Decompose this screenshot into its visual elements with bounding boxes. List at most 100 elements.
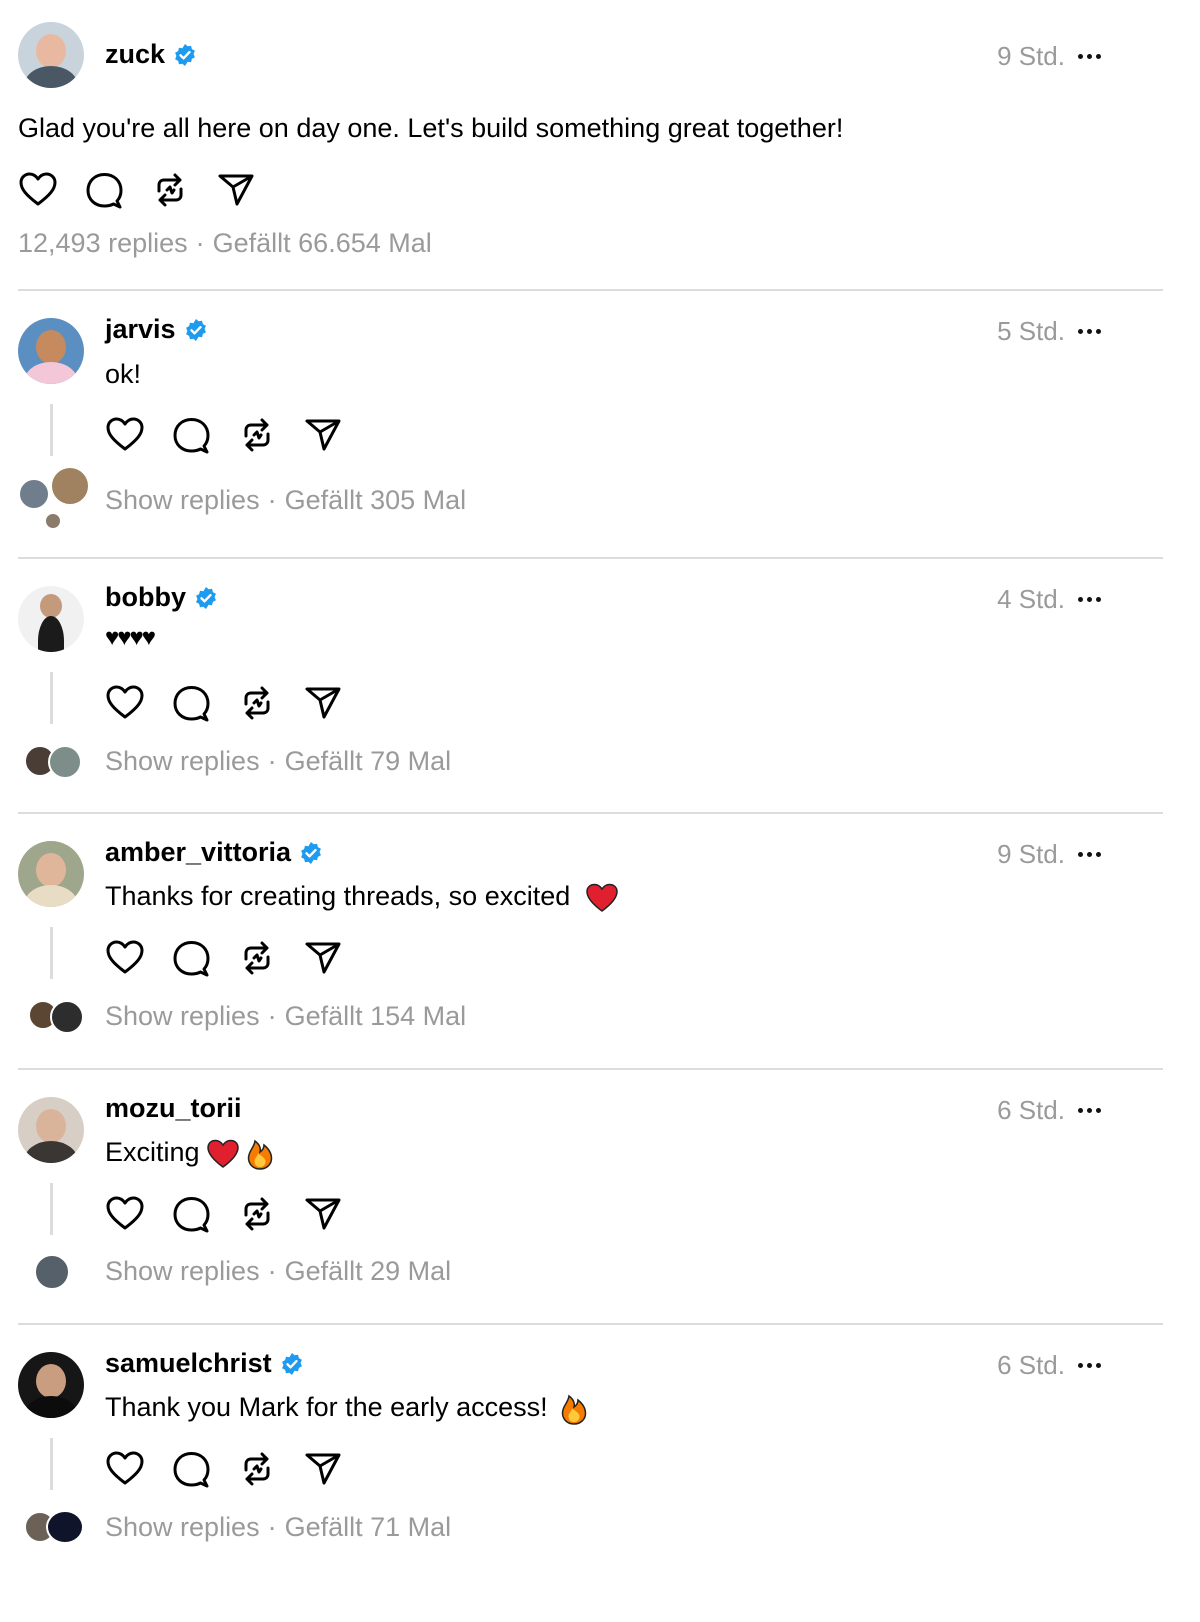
replies-link[interactable]: 12,493 replies bbox=[18, 228, 188, 258]
post-time: 6 Std. bbox=[997, 1095, 1065, 1125]
send-icon[interactable] bbox=[303, 415, 343, 455]
username[interactable]: amber_vittoria bbox=[105, 837, 323, 868]
more-icon[interactable] bbox=[1078, 326, 1110, 336]
divider bbox=[18, 1323, 1163, 1325]
username[interactable]: zuck bbox=[105, 39, 197, 70]
username-text[interactable]: mozu_torii bbox=[105, 1093, 242, 1124]
username-text[interactable]: zuck bbox=[105, 39, 165, 70]
action-bar bbox=[105, 1194, 343, 1234]
send-icon[interactable] bbox=[303, 1449, 343, 1489]
comment-icon[interactable] bbox=[171, 1449, 211, 1489]
comment-icon[interactable] bbox=[171, 415, 211, 455]
post-time: 5 Std. bbox=[997, 316, 1065, 346]
repost-icon[interactable] bbox=[237, 938, 277, 978]
heart-icon[interactable] bbox=[105, 938, 145, 978]
repost-icon[interactable] bbox=[237, 683, 277, 723]
heart-icon[interactable] bbox=[18, 170, 58, 210]
username-text[interactable]: samuelchrist bbox=[105, 1348, 272, 1379]
thread-line bbox=[50, 927, 53, 979]
likes-count[interactable]: Gefällt 66.654 Mal bbox=[213, 228, 432, 258]
heart-icon[interactable] bbox=[105, 1194, 145, 1234]
likes-count[interactable]: Gefällt 305 Mal bbox=[285, 485, 467, 515]
reply-avatar bbox=[18, 478, 50, 510]
username-text[interactable]: jarvis bbox=[105, 314, 176, 345]
divider bbox=[18, 812, 1163, 814]
likes-count[interactable]: Gefällt 79 Mal bbox=[285, 746, 452, 776]
username[interactable]: jarvis bbox=[105, 314, 208, 345]
avatar[interactable] bbox=[18, 841, 84, 907]
post-text: ok! bbox=[105, 359, 142, 389]
show-replies-link[interactable]: Show replies bbox=[105, 1512, 260, 1542]
show-replies-link[interactable]: Show replies bbox=[105, 1256, 260, 1286]
show-replies-link[interactable]: Show replies bbox=[105, 485, 260, 515]
post-text-row: Thanks for creating threads, so excited bbox=[105, 881, 618, 913]
comment-icon[interactable] bbox=[171, 1194, 211, 1234]
post-text: Thank you Mark for the early access! bbox=[105, 1392, 548, 1422]
show-replies-link[interactable]: Show replies bbox=[105, 746, 260, 776]
username[interactable]: bobby bbox=[105, 582, 218, 613]
more-icon[interactable] bbox=[1078, 51, 1110, 61]
repost-icon[interactable] bbox=[237, 1194, 277, 1234]
heart-icon[interactable] bbox=[105, 415, 145, 455]
avatar[interactable] bbox=[18, 22, 84, 88]
red-heart-emoji-icon bbox=[586, 883, 618, 912]
username-text[interactable]: amber_vittoria bbox=[105, 837, 291, 868]
post-time: 9 Std. bbox=[997, 839, 1065, 869]
comment-icon[interactable] bbox=[171, 938, 211, 978]
post-stats: Show replies · Gefällt 71 Mal bbox=[105, 1512, 452, 1542]
thread-line bbox=[50, 672, 53, 724]
more-icon[interactable] bbox=[1078, 1360, 1110, 1370]
repost-icon[interactable] bbox=[150, 170, 190, 210]
comment-icon[interactable] bbox=[84, 170, 124, 210]
action-bar bbox=[105, 415, 343, 455]
thread-line bbox=[50, 1438, 53, 1490]
verified-badge-icon bbox=[175, 43, 195, 66]
heart-icon[interactable] bbox=[105, 683, 145, 723]
comment-icon[interactable] bbox=[171, 683, 211, 723]
reply-avatar bbox=[50, 1000, 84, 1034]
fire-emoji-icon bbox=[247, 1139, 272, 1170]
post-text: ♥♥♥♥ bbox=[105, 624, 156, 651]
heart-icon[interactable] bbox=[105, 1449, 145, 1489]
post-time: 4 Std. bbox=[997, 584, 1065, 614]
avatar[interactable] bbox=[18, 586, 84, 652]
post-stats: Show replies · Gefällt 154 Mal bbox=[105, 1001, 467, 1031]
action-bar bbox=[105, 1449, 343, 1489]
username[interactable]: mozu_torii bbox=[105, 1093, 242, 1124]
post-text: Thanks for creating threads, so excited bbox=[105, 881, 571, 911]
send-icon[interactable] bbox=[303, 683, 343, 723]
avatar[interactable] bbox=[18, 318, 84, 384]
reply-avatar bbox=[44, 512, 62, 530]
reply-avatar bbox=[46, 1510, 84, 1544]
divider bbox=[18, 557, 1163, 559]
send-icon[interactable] bbox=[303, 938, 343, 978]
more-icon[interactable] bbox=[1078, 594, 1110, 604]
fire-emoji-icon bbox=[561, 1394, 587, 1425]
likes-count[interactable]: Gefällt 71 Mal bbox=[285, 1512, 452, 1542]
post-stats: Show replies · Gefällt 305 Mal bbox=[105, 485, 467, 515]
repost-icon[interactable] bbox=[237, 415, 277, 455]
avatar[interactable] bbox=[18, 1352, 84, 1418]
reply-avatar bbox=[48, 745, 82, 779]
send-icon[interactable] bbox=[303, 1194, 343, 1234]
post-time: 6 Std. bbox=[997, 1350, 1065, 1380]
verified-badge-icon bbox=[196, 586, 216, 609]
likes-count[interactable]: Gefällt 154 Mal bbox=[285, 1001, 467, 1031]
likes-count[interactable]: Gefällt 29 Mal bbox=[285, 1256, 452, 1286]
action-bar bbox=[18, 170, 256, 210]
divider bbox=[18, 1068, 1163, 1070]
red-heart-emoji-icon bbox=[207, 1139, 239, 1168]
more-icon[interactable] bbox=[1078, 849, 1110, 859]
repost-icon[interactable] bbox=[237, 1449, 277, 1489]
thread-line bbox=[50, 1183, 53, 1235]
verified-badge-icon bbox=[301, 841, 321, 864]
show-replies-link[interactable]: Show replies bbox=[105, 1001, 260, 1031]
post-text: Glad you're all here on day one. Let's b… bbox=[18, 113, 844, 143]
reply-avatar bbox=[50, 466, 90, 506]
username[interactable]: samuelchrist bbox=[105, 1348, 304, 1379]
thread-line bbox=[50, 404, 53, 456]
avatar[interactable] bbox=[18, 1097, 84, 1163]
more-icon[interactable] bbox=[1078, 1105, 1110, 1115]
send-icon[interactable] bbox=[216, 170, 256, 210]
username-text[interactable]: bobby bbox=[105, 582, 186, 613]
